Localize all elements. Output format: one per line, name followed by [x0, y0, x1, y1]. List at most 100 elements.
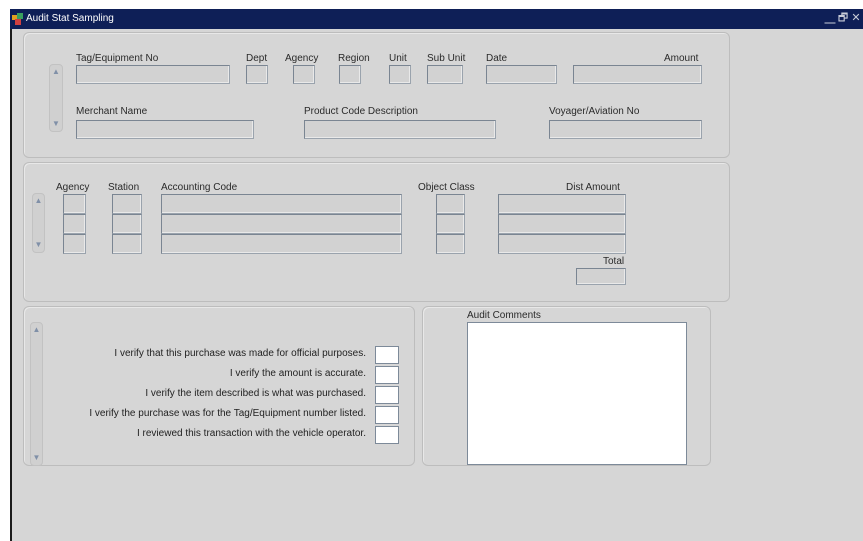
row3-object-class-input[interactable]	[437, 235, 464, 253]
verify-tag-checkbox[interactable]	[375, 406, 399, 424]
dept-input[interactable]	[247, 66, 267, 83]
title-bar[interactable]	[10, 9, 863, 29]
audit-comments-field[interactable]	[467, 322, 687, 465]
row3-station-cell[interactable]	[112, 234, 142, 254]
dept-label: Dept	[246, 53, 268, 64]
verify-operator-checkbox[interactable]	[375, 426, 399, 444]
minimize-icon[interactable]: ⎽	[824, 11, 836, 25]
scroll-down-icon[interactable]: ▼	[31, 454, 42, 462]
col-agency-header: Agency	[56, 182, 90, 193]
row3-dist-amount-input[interactable]	[499, 235, 625, 253]
window-title: Audit Stat Sampling	[26, 13, 114, 24]
region-field[interactable]	[339, 65, 361, 84]
tag-label: Tag/Equipment No	[76, 53, 159, 64]
row1-dist-amount-cell[interactable]	[498, 194, 626, 214]
voyager-field[interactable]	[549, 120, 702, 139]
row1-station-input[interactable]	[113, 195, 141, 213]
date-label: Date	[486, 53, 508, 64]
app-icon	[12, 13, 24, 25]
header-scrollbar[interactable]: ▲ ▼	[49, 64, 63, 132]
accounting-scrollbar[interactable]: ▲ ▼	[32, 193, 45, 253]
row1-accounting-code-input[interactable]	[162, 195, 401, 213]
voyager-label: Voyager/Aviation No	[549, 106, 640, 117]
scroll-up-icon[interactable]: ▲	[33, 197, 44, 205]
row2-agency-input[interactable]	[64, 215, 85, 233]
row2-accounting-code-cell[interactable]	[161, 214, 402, 234]
sub-unit-field[interactable]	[427, 65, 463, 84]
date-field[interactable]	[486, 65, 557, 84]
verification-panel	[23, 306, 415, 466]
agency-field[interactable]	[293, 65, 315, 84]
verify-official-text: I verify that this purchase was made for…	[114, 348, 366, 359]
sub-unit-label: Sub Unit	[427, 53, 466, 64]
restore-icon[interactable]: 🗗	[837, 11, 849, 25]
sub-unit-input[interactable]	[428, 66, 462, 83]
agency-label: Agency	[285, 53, 319, 64]
verify-operator-text: I reviewed this transaction with the veh…	[136, 428, 366, 439]
col-object-class-header: Object Class	[418, 182, 475, 193]
verify-amount-text: I verify the amount is accurate.	[229, 368, 366, 379]
amount-input[interactable]	[574, 66, 701, 83]
voyager-input[interactable]	[550, 121, 701, 138]
audit-comments-textarea[interactable]	[468, 323, 686, 464]
row1-accounting-code-cell[interactable]	[161, 194, 402, 214]
verify-tag-text: I verify the purchase was for the Tag/Eq…	[89, 408, 366, 419]
region-label: Region	[338, 53, 370, 64]
row2-dist-amount-input[interactable]	[499, 215, 625, 233]
row3-station-input[interactable]	[113, 235, 141, 253]
unit-input[interactable]	[390, 66, 410, 83]
row2-dist-amount-cell[interactable]	[498, 214, 626, 234]
audit-comments-label: Audit Comments	[467, 310, 541, 321]
verify-official-checkbox[interactable]	[375, 346, 399, 364]
row1-agency-cell[interactable]	[63, 194, 86, 214]
merchant-label: Merchant Name	[76, 106, 148, 117]
row3-dist-amount-cell[interactable]	[498, 234, 626, 254]
row2-agency-cell[interactable]	[63, 214, 86, 234]
close-icon[interactable]: ✕	[850, 11, 862, 25]
row3-agency-cell[interactable]	[63, 234, 86, 254]
row1-station-cell[interactable]	[112, 194, 142, 214]
scroll-down-icon[interactable]: ▼	[33, 241, 44, 249]
header-panel	[23, 32, 730, 158]
product-code-field[interactable]	[304, 120, 496, 139]
row1-dist-amount-input[interactable]	[499, 195, 625, 213]
total-field[interactable]	[576, 268, 626, 285]
product-code-input[interactable]	[305, 121, 495, 138]
date-input[interactable]	[487, 66, 556, 83]
verification-scrollbar[interactable]: ▲ ▼	[30, 322, 43, 466]
verify-item-text: I verify the item described is what was …	[145, 388, 366, 399]
row3-accounting-code-cell[interactable]	[161, 234, 402, 254]
row2-station-cell[interactable]	[112, 214, 142, 234]
verify-item-checkbox[interactable]	[375, 386, 399, 404]
col-accounting-code-header: Accounting Code	[161, 182, 238, 193]
total-label: Total	[603, 256, 625, 267]
scroll-down-icon[interactable]: ▼	[50, 120, 62, 128]
unit-field[interactable]	[389, 65, 411, 84]
scroll-up-icon[interactable]: ▲	[50, 68, 62, 76]
unit-label: Unit	[389, 53, 407, 64]
col-dist-amount-header: Dist Amount	[566, 182, 620, 193]
scroll-up-icon[interactable]: ▲	[31, 326, 42, 334]
amount-field[interactable]	[573, 65, 702, 84]
total-input[interactable]	[577, 269, 625, 284]
region-input[interactable]	[340, 66, 360, 83]
row2-station-input[interactable]	[113, 215, 141, 233]
row3-accounting-code-input[interactable]	[162, 235, 401, 253]
row2-object-class-input[interactable]	[437, 215, 464, 233]
amount-label: Amount	[664, 53, 699, 64]
dept-field[interactable]	[246, 65, 268, 84]
row1-object-class-cell[interactable]	[436, 194, 465, 214]
col-station-header: Station	[108, 182, 140, 193]
tag-equipment-input[interactable]	[77, 66, 229, 83]
merchant-name-input[interactable]	[77, 121, 253, 138]
agency-input[interactable]	[294, 66, 314, 83]
row2-accounting-code-input[interactable]	[162, 215, 401, 233]
tag-equipment-field[interactable]	[76, 65, 230, 84]
row3-agency-input[interactable]	[64, 235, 85, 253]
verify-amount-checkbox[interactable]	[375, 366, 399, 384]
row1-agency-input[interactable]	[64, 195, 85, 213]
row3-object-class-cell[interactable]	[436, 234, 465, 254]
row2-object-class-cell[interactable]	[436, 214, 465, 234]
row1-object-class-input[interactable]	[437, 195, 464, 213]
merchant-name-field[interactable]	[76, 120, 254, 139]
